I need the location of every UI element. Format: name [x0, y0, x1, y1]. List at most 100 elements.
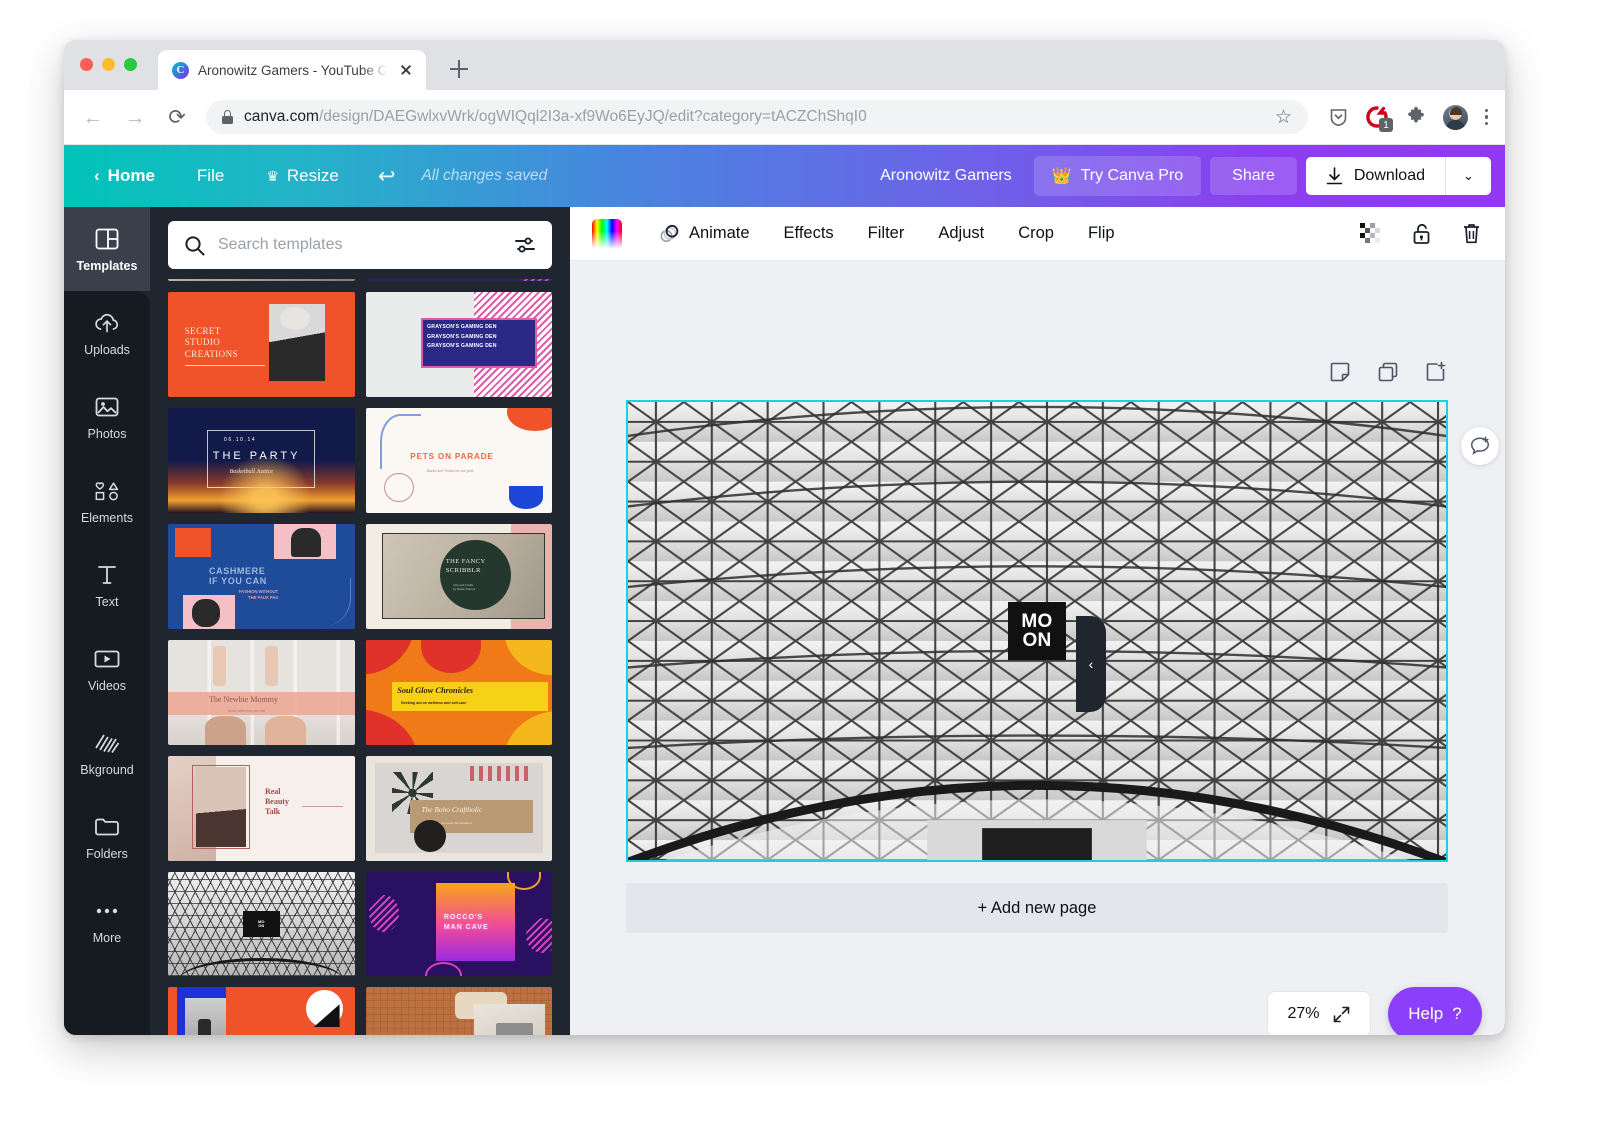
- share-button[interactable]: Share: [1210, 157, 1297, 195]
- trash-icon[interactable]: [1459, 222, 1483, 246]
- adjust-button[interactable]: Adjust: [921, 224, 1001, 243]
- puzzle-extensions-icon[interactable]: [1405, 106, 1427, 128]
- thumb-text: THE PARTY: [213, 450, 301, 462]
- notes-icon[interactable]: [1329, 361, 1351, 383]
- close-tab-icon[interactable]: [397, 61, 415, 79]
- template-thumb-real-beauty-talk[interactable]: RealBeautyTalk: [168, 756, 355, 861]
- crop-button[interactable]: Crop: [1001, 224, 1071, 243]
- sidebar-item-videos[interactable]: Videos: [64, 627, 150, 711]
- bookmark-star-icon[interactable]: ☆: [1275, 106, 1292, 129]
- template-thumb-partial-left[interactable]: [168, 279, 355, 281]
- video-icon: [94, 646, 120, 672]
- template-thumb-the-boho-craftholic[interactable]: The Boho Craftholic DIY ideas you need t…: [366, 756, 553, 861]
- reload-icon[interactable]: ⟳: [164, 104, 190, 130]
- home-button[interactable]: ‹ Home: [86, 166, 176, 186]
- search-input[interactable]: [218, 236, 501, 254]
- pocket-shield-icon[interactable]: [1328, 106, 1349, 128]
- templates-grid-scroll[interactable]: SECRETSTUDIOCREATIONS GRAYSON'S GAMING D…: [168, 279, 552, 1035]
- editor-toolbar: Animate Effects Filter Adjust Crop Flip: [570, 207, 1505, 261]
- search-box[interactable]: [168, 221, 552, 269]
- extension-icon[interactable]: 1: [1365, 105, 1389, 129]
- templates-grid: SECRETSTUDIOCREATIONS GRAYSON'S GAMING D…: [168, 279, 552, 1035]
- resize-button[interactable]: ♛ Resize: [245, 166, 360, 186]
- maximize-window-button[interactable]: [124, 58, 137, 71]
- help-label: Help: [1408, 1004, 1443, 1024]
- chevron-left-icon: ‹: [1089, 656, 1094, 672]
- sidebar-item-text[interactable]: Text: [64, 543, 150, 627]
- flip-button[interactable]: Flip: [1071, 224, 1132, 243]
- sidebar-item-uploads[interactable]: Uploads: [64, 291, 150, 375]
- home-label: Home: [108, 166, 155, 186]
- filter-button[interactable]: Filter: [851, 224, 922, 243]
- tab-title: Aronowitz Gamers - YouTube C: [198, 63, 388, 78]
- sliders-icon[interactable]: [514, 236, 536, 254]
- top-bar-left: ‹ Home File ♛ Resize ↩ All changes saved: [86, 164, 547, 189]
- sidebar-item-photos[interactable]: Photos: [64, 375, 150, 459]
- file-label: File: [197, 166, 224, 186]
- profile-avatar[interactable]: [1443, 105, 1468, 130]
- add-page-icon[interactable]: [1425, 361, 1447, 383]
- sidebar-item-more[interactable]: More: [64, 879, 150, 963]
- try-canva-pro-button[interactable]: 👑 Try Canva Pro: [1034, 156, 1201, 196]
- forward-icon[interactable]: →: [122, 104, 148, 130]
- design-canvas[interactable]: MO ON: [626, 400, 1448, 862]
- text-icon: [94, 562, 120, 588]
- thumb-text: Mums' notes from our side: [228, 709, 265, 713]
- sidebar-item-folders[interactable]: Folders: [64, 795, 150, 879]
- window-controls[interactable]: [80, 58, 137, 71]
- search-area: [150, 207, 570, 279]
- template-thumb-cashmere-if-you-can[interactable]: CASHMEREIF YOU CAN FASHION WITHOUTTHE FA…: [168, 524, 355, 629]
- url-path: /design/DAEGwlxvWrk/ogWIQql2I3a-xf9Wo6Ey…: [319, 108, 867, 125]
- animate-button[interactable]: Animate: [642, 224, 767, 244]
- resize-label: Resize: [287, 166, 339, 186]
- template-thumb-soul-glow-chronicles[interactable]: Soul Glow Chronicles Geeking out on well…: [366, 640, 553, 745]
- sidebar-label: Bkground: [80, 763, 134, 777]
- photo-icon: [94, 394, 120, 420]
- browser-menu-icon[interactable]: [1484, 109, 1489, 126]
- minimize-window-button[interactable]: [102, 58, 115, 71]
- lock-icon[interactable]: [1409, 222, 1433, 246]
- template-thumb-the-party[interactable]: 06.10.14 THE PARTY Basketball Justice: [168, 408, 355, 513]
- template-thumb-secret-studio-creations[interactable]: SECRETSTUDIOCREATIONS: [168, 292, 355, 397]
- back-icon[interactable]: ←: [80, 104, 106, 130]
- template-thumb-find-your-glow[interactable]: FIND YOUR GLOW SINGLE BY SAMIRA HADID OU…: [168, 987, 355, 1035]
- help-button[interactable]: Help ?: [1388, 987, 1482, 1035]
- template-thumb-the-girly-gourmand[interactable]: The Girly Gourmand cook it girl who love…: [366, 987, 553, 1035]
- sidebar-item-templates[interactable]: Templates: [64, 207, 150, 291]
- undo-icon[interactable]: ↩: [360, 164, 414, 189]
- moon-logo[interactable]: MO ON: [1008, 602, 1066, 660]
- new-tab-button[interactable]: [448, 58, 470, 80]
- template-thumb-moon-architecture[interactable]: MOON: [168, 872, 355, 977]
- canva-top-bar: ‹ Home File ♛ Resize ↩ All changes saved…: [64, 145, 1505, 207]
- sidebar-item-bkground[interactable]: Bkground: [64, 711, 150, 795]
- templates-panel: SECRETSTUDIOCREATIONS GRAYSON'S GAMING D…: [150, 207, 570, 1035]
- moon-logo-line2: ON: [1022, 631, 1051, 650]
- template-thumb-the-newbie-mommy[interactable]: The Newbie Mommy Mums' notes from our si…: [168, 640, 355, 745]
- document-title[interactable]: Aronowitz Gamers: [858, 167, 1034, 185]
- file-menu-button[interactable]: File: [176, 166, 245, 186]
- zoom-control[interactable]: 27%: [1267, 991, 1371, 1035]
- add-new-page-button[interactable]: + Add new page: [626, 883, 1448, 933]
- template-thumb-pets-on-parade[interactable]: PETS ON PARADE Barks and Treats for our …: [366, 408, 553, 513]
- expand-icon[interactable]: [1332, 1005, 1351, 1024]
- duplicate-page-icon[interactable]: [1377, 361, 1399, 383]
- sidebar-item-elements[interactable]: Elements: [64, 459, 150, 543]
- effects-button[interactable]: Effects: [767, 224, 851, 243]
- add-comment-icon[interactable]: [1461, 427, 1499, 465]
- editor-area: Animate Effects Filter Adjust Crop Flip: [570, 207, 1505, 1035]
- address-bar[interactable]: canva.com/design/DAEGwlxvWrk/ogWIQql2I3a…: [206, 100, 1308, 134]
- color-swatch-button[interactable]: [592, 219, 622, 249]
- thumb-text: Arts and Craftsby Bettie Dupont: [453, 583, 475, 591]
- shapes-icon: [94, 478, 120, 504]
- collapse-panel-button[interactable]: ‹: [1076, 616, 1106, 712]
- download-caret-icon[interactable]: ⌄: [1445, 157, 1491, 195]
- template-thumb-the-fancy-scribblr[interactable]: THE FANCYSCRIBBLR Arts and Craftsby Bett…: [366, 524, 553, 629]
- transparency-icon[interactable]: [1359, 222, 1383, 246]
- template-thumb-roccos-man-cave[interactable]: ROCCO'SMAN CAVE: [366, 872, 553, 977]
- browser-tab[interactable]: C Aronowitz Gamers - YouTube C: [158, 50, 426, 90]
- screenshot-root: C Aronowitz Gamers - YouTube C ← → ⟳ can…: [0, 0, 1600, 1139]
- download-button[interactable]: Download: [1306, 157, 1445, 195]
- template-thumb-graysons-gaming-den[interactable]: GRAYSON'S GAMING DENGRAYSON'S GAMING DEN…: [366, 292, 553, 397]
- close-window-button[interactable]: [80, 58, 93, 71]
- template-thumb-partial-right[interactable]: [366, 279, 553, 281]
